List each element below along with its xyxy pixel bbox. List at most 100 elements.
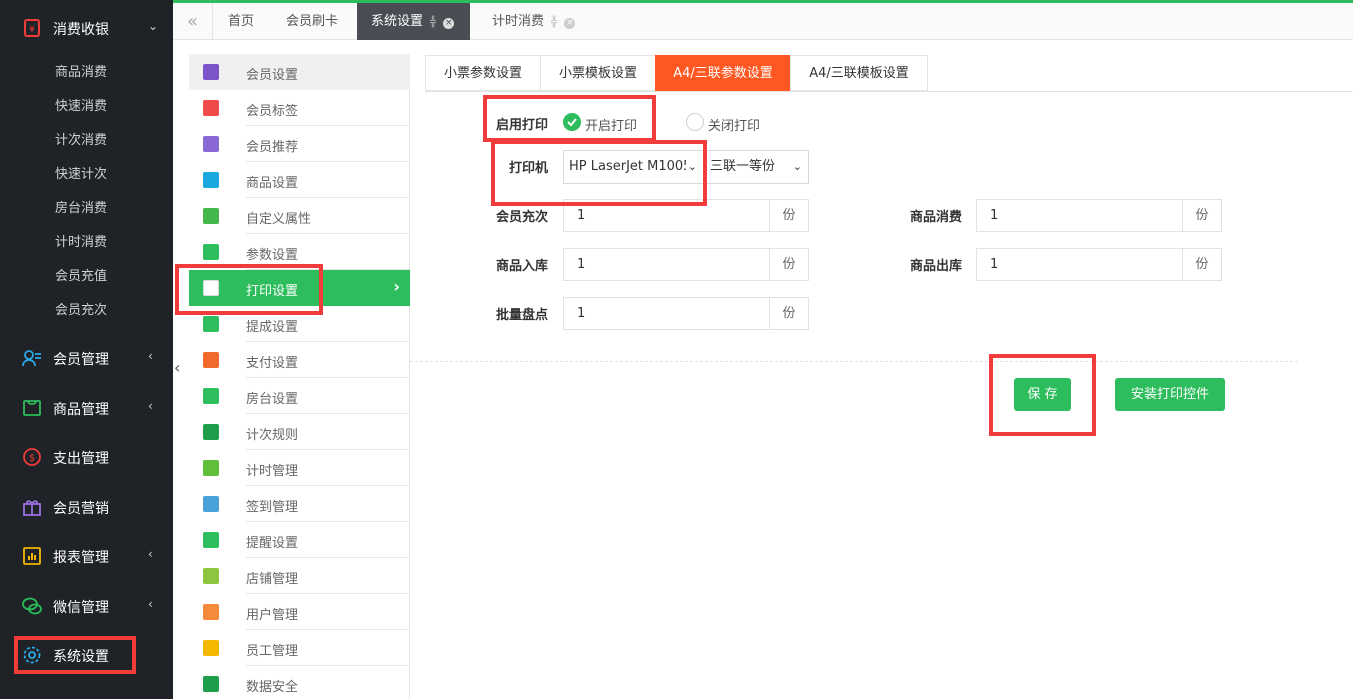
goods-settings-icon xyxy=(203,172,219,188)
chevron-left-icon: ‹ xyxy=(148,547,153,561)
chevron-left-icon: ‹ xyxy=(148,349,153,363)
data-security-icon xyxy=(203,676,219,692)
copies-value: 1 xyxy=(990,257,999,272)
nav-group-label: 支出管理 xyxy=(53,451,109,467)
expense-icon: $ xyxy=(23,448,41,466)
copies-value: 1 xyxy=(577,306,586,321)
member-tags-icon xyxy=(203,100,219,116)
tab-receipt-template[interactable]: 小票模板设置 xyxy=(540,55,656,91)
highlight-printer xyxy=(491,140,707,206)
chevron-left-icon: ‹ xyxy=(148,597,153,611)
register-icon: ¥ xyxy=(24,19,40,37)
sidebar-item-timed-consume[interactable]: 计时消费 xyxy=(55,231,107,250)
settings-item-label: 签到管理 xyxy=(246,500,299,515)
svg-text:¥: ¥ xyxy=(29,25,35,35)
sidebar-item-room-consume[interactable]: 房台消费 xyxy=(55,197,107,216)
settings-menu: 会员设置 会员标签 会员推荐 商品设置 自定义属性 参数设置 打印设置 › 提成设置 支付设置 房台… xyxy=(189,54,410,699)
copies-input-goods-consume[interactable]: 1 份 xyxy=(976,199,1222,232)
settings-item-user-management[interactable]: 用户管理 xyxy=(189,594,410,630)
settings-item-payment-settings[interactable]: 支付设置 xyxy=(189,342,410,378)
members-icon xyxy=(22,350,41,367)
staff-management-icon xyxy=(203,640,219,656)
nav-group-marketing[interactable]: 会员营销 xyxy=(0,487,173,527)
field-label-recharge-count: 会员充次 xyxy=(496,210,549,225)
nav-group-label: 消费收银 xyxy=(53,22,109,38)
sidebar-item-quick-consume[interactable]: 快速消费 xyxy=(55,95,107,114)
sidebar-item-goods-consume[interactable]: 商品消费 xyxy=(55,61,107,80)
sidebar-item-member-recharge[interactable]: 会员充值 xyxy=(55,265,107,284)
copies-input-batch-check[interactable]: 1 份 xyxy=(563,297,809,330)
radio-off-label: 关闭打印 xyxy=(708,119,761,134)
settings-item-label: 店铺管理 xyxy=(246,572,299,587)
nav-group-wechat[interactable]: 微信管理 ‹ xyxy=(0,586,173,626)
copies-value: 1 xyxy=(577,208,586,223)
settings-item-label: 数据安全 xyxy=(246,680,299,695)
settings-item-store-management[interactable]: 店铺管理 xyxy=(189,558,410,594)
tab-a4-params[interactable]: A4/三联参数设置 xyxy=(655,55,791,91)
settings-item-staff-management[interactable]: 员工管理 xyxy=(189,630,410,666)
enable-print-radio-off[interactable] xyxy=(686,113,704,131)
chevron-down-icon: ⌄ xyxy=(148,19,159,33)
sidebar-item-quick-count[interactable]: 快速计次 xyxy=(55,163,107,182)
settings-item-data-security[interactable]: 数据安全 xyxy=(189,666,410,699)
tab-home[interactable]: 首页 xyxy=(214,3,268,40)
settings-item-timing-management[interactable]: 计时管理 xyxy=(189,450,410,486)
report-icon xyxy=(23,547,41,565)
nav-group-checkout[interactable]: ¥ 消费收银 ⌄ xyxy=(0,8,173,48)
svg-text:$: $ xyxy=(29,453,35,464)
tab-a4-template[interactable]: A4/三联模板设置 xyxy=(790,55,928,91)
settings-item-member-referral[interactable]: 会员推荐 xyxy=(189,126,410,162)
settings-item-label: 房台设置 xyxy=(246,392,299,407)
settings-item-label: 支付设置 xyxy=(246,356,299,371)
nav-group-members[interactable]: 会员管理 ‹ xyxy=(0,338,173,378)
settings-item-label: 会员设置 xyxy=(246,68,299,83)
tab-receipt-params[interactable]: 小票参数设置 xyxy=(425,55,541,91)
collapse-sidebar-icon[interactable]: ‹ xyxy=(174,358,188,382)
tab-timed-consume[interactable]: 计时消费 ╬ × xyxy=(478,3,589,40)
install-print-control-button[interactable]: 安装打印控件 xyxy=(1115,378,1225,411)
close-icon[interactable]: × xyxy=(443,18,455,29)
settings-item-room-settings[interactable]: 房台设置 xyxy=(189,378,410,414)
settings-item-label: 会员标签 xyxy=(246,104,299,119)
settings-item-label: 计次规则 xyxy=(246,428,299,443)
field-label-goods-consume: 商品消费 xyxy=(910,210,963,225)
layout-select[interactable]: 三联一等份 ⌄ xyxy=(704,150,809,184)
copies-input-goods-out[interactable]: 1 份 xyxy=(976,248,1222,281)
settings-item-label: 会员推荐 xyxy=(246,140,299,155)
copies-unit: 份 xyxy=(769,200,808,231)
settings-item-label: 提醒设置 xyxy=(246,536,299,551)
copies-input-goods-in[interactable]: 1 份 xyxy=(563,248,809,281)
settings-item-member-settings[interactable]: 会员设置 xyxy=(189,54,410,90)
tab-system-settings[interactable]: 系统设置 ╬ × xyxy=(357,3,470,40)
settings-item-custom-attributes[interactable]: 自定义属性 xyxy=(189,198,410,234)
settings-item-count-rules[interactable]: 计次规则 xyxy=(189,414,410,450)
settings-item-reminder-settings[interactable]: 提醒设置 xyxy=(189,522,410,558)
sidebar-item-member-recharge-count[interactable]: 会员充次 xyxy=(55,299,107,318)
close-icon[interactable]: × xyxy=(564,18,576,29)
layout-select-value: 三联一等份 xyxy=(710,159,776,174)
settings-item-checkin-management[interactable]: 签到管理 xyxy=(189,486,410,522)
nav-group-label: 会员管理 xyxy=(53,352,109,368)
tab-member-card[interactable]: 会员刷卡 xyxy=(272,3,352,40)
settings-item-member-tags[interactable]: 会员标签 xyxy=(189,90,410,126)
chevron-left-icon: ‹ xyxy=(148,399,153,413)
scroll-left-icon[interactable]: « xyxy=(173,3,213,40)
reminder-settings-icon xyxy=(203,532,219,548)
highlight-system-settings xyxy=(14,636,136,674)
copies-value: 1 xyxy=(990,208,999,223)
copies-unit: 份 xyxy=(1182,249,1221,280)
settings-item-goods-settings[interactable]: 商品设置 xyxy=(189,162,410,198)
field-label-goods-out: 商品出库 xyxy=(910,259,963,274)
custom-attributes-icon xyxy=(203,208,219,224)
nav-group-reports[interactable]: 报表管理 ‹ xyxy=(0,536,173,576)
nav-group-label: 报表管理 xyxy=(53,550,109,566)
gift-icon xyxy=(23,500,41,516)
nav-group-label: 微信管理 xyxy=(53,600,109,616)
sidebar-item-count-consume[interactable]: 计次消费 xyxy=(55,129,107,148)
settings-item-label: 提成设置 xyxy=(246,320,299,335)
chevron-down-icon: ⌄ xyxy=(792,160,802,173)
tab-label: 系统设置 xyxy=(371,14,424,29)
nav-group-expense[interactable]: $ 支出管理 xyxy=(0,437,173,477)
nav-group-goods[interactable]: 商品管理 ‹ xyxy=(0,388,173,428)
settings-item-label: 用户管理 xyxy=(246,608,299,623)
